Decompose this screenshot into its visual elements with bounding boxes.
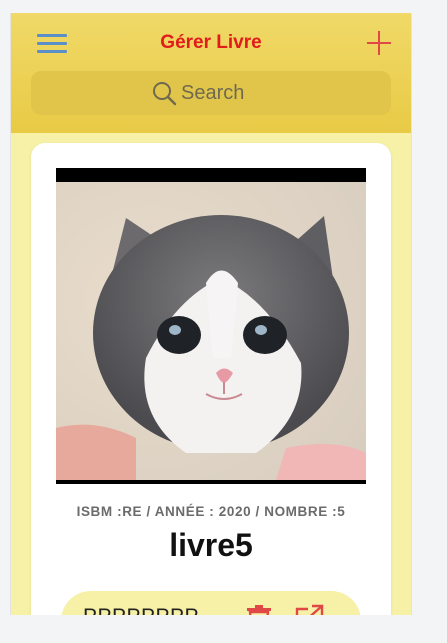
trash-icon[interactable] [245, 603, 273, 615]
search-input[interactable] [181, 81, 271, 105]
plus-icon[interactable] [365, 29, 393, 57]
app-header: Gérer Livre [11, 13, 411, 133]
page-title: Gérer Livre [160, 32, 262, 53]
search-bar[interactable] [31, 71, 391, 115]
book-card[interactable]: ISBM :RE / ANNÉE : 2020 / NOMBRE :5 livr… [31, 143, 391, 615]
search-icon [153, 82, 177, 106]
book-actions-bar: PPPPPPPP [61, 591, 361, 615]
app-screen: Gérer Livre Search ISBM:RE / ANNÉE: 20… [10, 13, 412, 615]
book-title: livre5 [169, 527, 253, 563]
external-link-icon[interactable] [294, 603, 324, 615]
book-meta: ISBM :RE / ANNÉE : 2020 / NOMBRE :5 [76, 504, 346, 519]
book-author: PPPPPPPP [83, 605, 199, 615]
book-cover-image [56, 168, 366, 484]
